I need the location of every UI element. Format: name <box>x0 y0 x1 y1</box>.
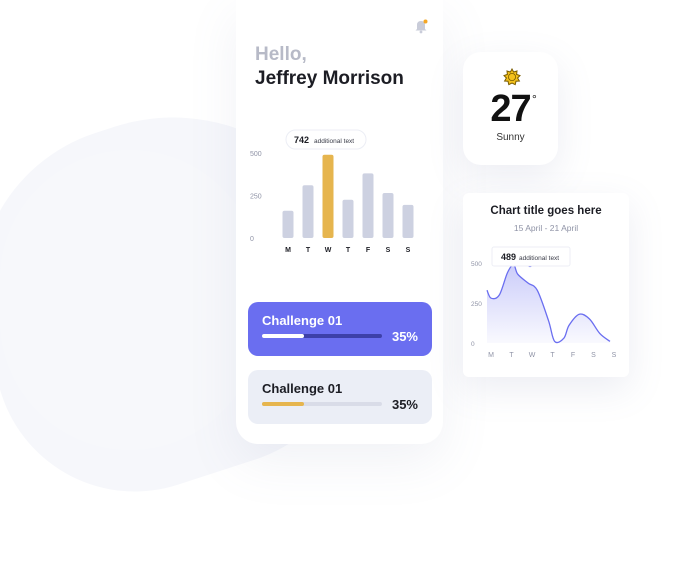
user-name: Jeffrey Morrison <box>255 68 404 89</box>
y-tick-label: 250 <box>471 301 482 308</box>
y-tick-label: 0 <box>250 236 254 243</box>
area-tooltip: 489 additional text <box>491 246 571 267</box>
background-blob-secondary <box>0 150 260 450</box>
weekly-bar-chart: 500 250 0 M T W T F S S 742 additional text <box>250 129 414 254</box>
tooltip-value: 489 <box>501 252 516 262</box>
bar-tooltip: 742 additional text <box>285 129 367 150</box>
x-tick-label: S <box>591 352 596 359</box>
bell-icon[interactable] <box>413 18 429 34</box>
area-chart-card: Chart title goes here 15 April - 21 Apri… <box>463 193 629 377</box>
x-tick-label: S <box>612 352 617 359</box>
degree-symbol: ° <box>532 92 537 106</box>
tooltip-value: 742 <box>294 135 309 145</box>
sun-icon <box>503 68 521 86</box>
challenge-title: Challenge 01 <box>262 313 343 328</box>
bar <box>322 154 334 238</box>
progress-track <box>262 334 382 338</box>
bar <box>362 173 374 238</box>
bar <box>402 204 414 238</box>
tooltip-text: additional text <box>519 255 559 262</box>
progress-track <box>262 402 382 406</box>
x-tick-label: M <box>488 352 494 359</box>
y-tick-label: 0 <box>471 341 475 348</box>
x-tick-label: F <box>366 247 371 254</box>
chart-title: Chart title goes here <box>490 205 602 217</box>
bar <box>282 210 294 238</box>
progress-fill <box>262 334 304 338</box>
x-tick-label: S <box>406 247 411 254</box>
notification-dot <box>423 19 428 24</box>
chart-date-range: 15 April - 21 April <box>513 223 579 233</box>
temperature: 27 <box>490 88 531 130</box>
x-tick-label: F <box>571 352 575 359</box>
progress-fill <box>262 402 304 406</box>
bar <box>342 199 354 238</box>
weather-condition: Sunny <box>496 132 525 143</box>
x-tick-label: M <box>285 247 291 254</box>
x-tick-label: T <box>346 247 351 254</box>
bar <box>382 192 394 238</box>
y-tick-label: 500 <box>471 261 482 268</box>
x-tick-label: S <box>386 247 391 254</box>
phone-screen: Hello, Jeffrey Morrison 500 250 0 M T W T F S S 74… <box>236 0 443 444</box>
challenge-title: Challenge 01 <box>262 381 343 396</box>
challenge-percent: 35% <box>391 329 418 344</box>
weekly-area-chart: 500 250 0 M T W T F S S 489 additional text <box>471 246 617 359</box>
y-tick-label: 250 <box>250 194 262 201</box>
tooltip-text: additional text <box>314 138 354 145</box>
weather-card[interactable]: 27 ° Sunny <box>463 52 558 165</box>
bar <box>302 185 314 238</box>
challenge-card-active[interactable]: Challenge 01 35% <box>248 302 432 356</box>
greeting: Hello, <box>255 44 307 65</box>
x-tick-label: T <box>509 352 514 359</box>
x-tick-label: W <box>325 247 332 254</box>
x-tick-label: T <box>550 352 555 359</box>
challenge-card-inactive[interactable]: Challenge 01 35% <box>248 370 432 424</box>
x-tick-label: W <box>529 352 536 359</box>
challenge-percent: 35% <box>391 397 418 412</box>
y-tick-label: 500 <box>250 151 262 158</box>
x-tick-label: T <box>306 247 311 254</box>
